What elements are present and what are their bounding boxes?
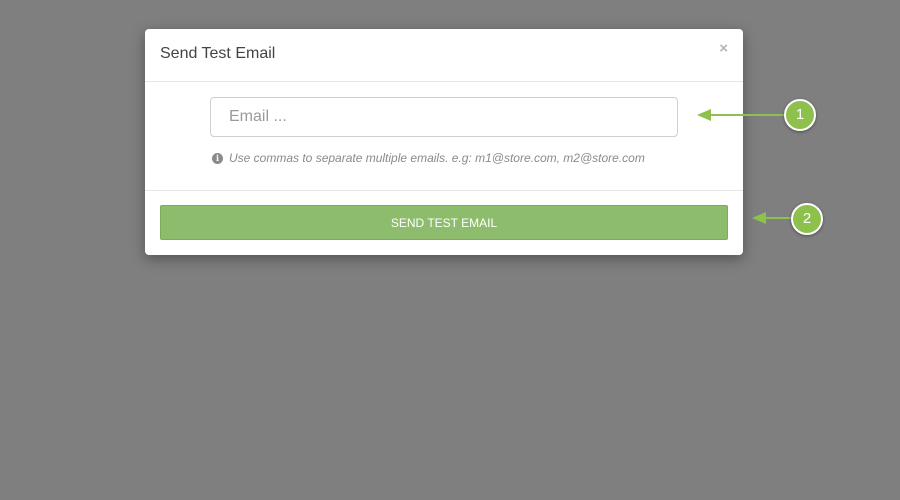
info-icon: i [212,152,223,164]
send-test-email-button[interactable]: SEND TEST EMAIL [160,205,728,240]
close-icon[interactable]: × [719,41,728,56]
modal-header: Send Test Email × [145,29,743,82]
help-text-row: i Use commas to separate multiple emails… [212,151,645,165]
email-input[interactable] [210,97,678,137]
send-test-email-modal: Send Test Email × i Use commas to separa… [145,29,743,255]
callout-badge-1: 1 [784,99,816,131]
modal-body: i Use commas to separate multiple emails… [145,82,743,191]
callout-arrow-1 [697,109,787,121]
help-text: Use commas to separate multiple emails. … [229,151,645,165]
modal-title: Send Test Email [160,45,276,62]
callout-arrow-2 [752,212,794,224]
callout-badge-2: 2 [791,203,823,235]
